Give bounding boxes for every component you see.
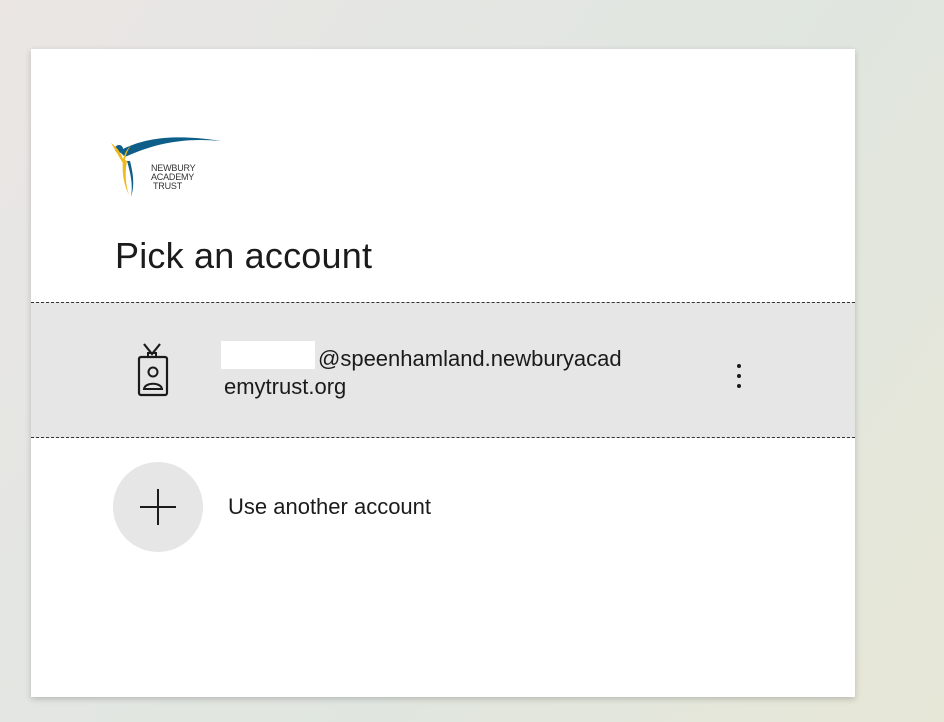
use-another-account-tile[interactable]: Use another account	[31, 441, 855, 571]
account-email-line-1: @speenhamland.newburyacad	[318, 346, 622, 371]
logo-line-3: TRUST	[153, 181, 182, 191]
logo-wordmark: NEWBURY ACADEMY TRUST	[151, 164, 196, 191]
account-email: @speenhamland.newburyacad emytrust.org	[224, 345, 704, 401]
account-picker-card: NEWBURY ACADEMY TRUST Pick an account @s…	[31, 49, 855, 697]
plus-icon	[113, 462, 203, 552]
page-title: Pick an account	[115, 235, 373, 276]
organization-logo: NEWBURY ACADEMY TRUST	[111, 131, 241, 201]
account-tile[interactable]: @speenhamland.newburyacad emytrust.org	[31, 302, 855, 438]
more-options-icon[interactable]	[727, 351, 751, 395]
use-another-account-label: Use another account	[228, 494, 432, 519]
account-email-line-2: emytrust.org	[224, 374, 347, 399]
id-badge-icon	[134, 340, 174, 405]
